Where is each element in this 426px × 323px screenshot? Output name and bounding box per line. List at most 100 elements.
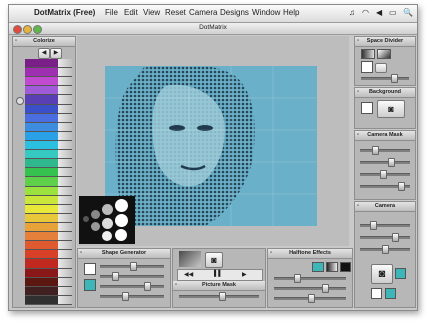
divider-toggle-button[interactable] (375, 63, 387, 73)
pause-button[interactable]: ▌▌ (214, 271, 223, 277)
transport-bar: ◀◀ ▌▌ ▶ (177, 269, 263, 281)
menu-reset[interactable]: Reset (165, 8, 186, 17)
divider-slider[interactable] (361, 74, 409, 83)
color-swatch[interactable] (25, 59, 72, 69)
camera-slider-3[interactable] (360, 245, 410, 254)
camera-swatch-b[interactable] (385, 288, 396, 299)
menu-camera[interactable]: Camera (189, 8, 217, 17)
close-panel-icon[interactable]: ▫ (270, 249, 272, 258)
divider-color-swatch[interactable] (361, 61, 373, 73)
halftone-swatch-b[interactable] (326, 262, 338, 272)
window-titlebar: DotMatrix (9, 23, 417, 35)
shape-slider-4[interactable] (100, 292, 164, 301)
background-camera-button[interactable]: ◙ (377, 100, 405, 118)
halftone-slider-3[interactable] (274, 294, 346, 303)
color-swatch[interactable] (25, 186, 72, 196)
color-swatch[interactable] (25, 259, 72, 269)
halftone-effects-title: Halftone Effects (289, 250, 331, 256)
camera-mask-panel: ▫ Camera Mask (354, 130, 416, 200)
color-swatch[interactable] (25, 204, 72, 214)
spotlight-search-icon[interactable]: 🔍 (403, 8, 413, 17)
close-panel-icon[interactable]: ▫ (357, 131, 359, 140)
camera-mask-slider-1[interactable] (360, 146, 410, 155)
color-swatch[interactable] (25, 286, 72, 296)
close-panel-icon[interactable]: ▫ (175, 281, 177, 290)
color-swatch[interactable] (25, 250, 72, 260)
shape-slider-1[interactable] (100, 262, 164, 271)
halftone-canvas[interactable] (105, 66, 317, 226)
camera-swatch-a[interactable] (371, 288, 382, 299)
color-swatch[interactable] (25, 177, 72, 187)
color-swatch[interactable] (25, 159, 72, 169)
app-menu[interactable]: DotMatrix (Free) (34, 8, 95, 17)
camera-slider-1[interactable] (360, 221, 410, 230)
wifi-icon[interactable]: ◠ (362, 8, 369, 17)
camera-mask-slider-3[interactable] (360, 170, 410, 179)
divider-style-b[interactable] (377, 49, 391, 59)
menu-window[interactable]: Window (252, 8, 280, 17)
color-swatch[interactable] (25, 141, 72, 151)
menu-designs[interactable]: Designs (220, 8, 249, 17)
window-title: DotMatrix (199, 24, 227, 31)
colorize-next-button[interactable]: ▶ (50, 48, 62, 59)
color-swatch[interactable] (25, 122, 72, 132)
halftone-swatch-c[interactable] (340, 262, 351, 272)
battery-icon[interactable]: ▭ (389, 8, 397, 17)
volume-icon[interactable]: ◀ (376, 8, 382, 17)
camera-panel: ▫ Camera ◙ (354, 201, 416, 308)
shape-slider-3[interactable] (100, 282, 164, 291)
camera-mask-title: Camera Mask (367, 132, 403, 138)
close-panel-icon[interactable]: ▫ (80, 249, 82, 258)
halftone-slider-2[interactable] (274, 284, 346, 293)
color-swatch[interactable] (25, 295, 72, 305)
color-swatch[interactable] (25, 241, 72, 251)
color-swatch[interactable] (25, 150, 72, 160)
shape-color-swatch[interactable] (84, 263, 96, 275)
menu-file[interactable]: File (105, 8, 118, 17)
camera-title: Camera (374, 203, 396, 209)
color-swatch[interactable] (25, 195, 72, 205)
camera-slider-2[interactable] (360, 233, 410, 242)
background-color-swatch[interactable] (361, 102, 373, 114)
shape-accent-swatch[interactable] (84, 279, 96, 291)
close-panel-icon[interactable]: ▫ (15, 37, 17, 46)
menu-help[interactable]: Help (283, 8, 299, 17)
close-panel-icon[interactable]: ▫ (357, 88, 359, 97)
camera-mask-slider-2[interactable] (360, 158, 410, 167)
menu-edit[interactable]: Edit (124, 8, 138, 17)
picture-thumbnail[interactable] (179, 251, 201, 267)
music-icon[interactable]: ♫ (349, 8, 355, 17)
color-swatch[interactable] (25, 95, 72, 105)
color-swatch[interactable] (25, 223, 72, 233)
colorize-handle[interactable] (16, 97, 24, 105)
menu-view[interactable]: View (143, 8, 160, 17)
halftone-slider-1[interactable] (274, 274, 346, 283)
color-swatch[interactable] (25, 268, 72, 278)
camera-color-swatch[interactable] (395, 268, 406, 279)
close-panel-icon[interactable]: ▫ (357, 202, 359, 211)
camera-mask-slider-4[interactable] (360, 182, 410, 191)
color-swatch[interactable] (25, 104, 72, 114)
colorize-prev-button[interactable]: ◀ (38, 48, 50, 59)
shape-slider-2[interactable] (100, 272, 164, 281)
picture-mask-slider[interactable] (179, 292, 259, 301)
color-swatch[interactable] (25, 213, 72, 223)
color-swatch[interactable] (25, 77, 72, 87)
color-swatch[interactable] (25, 277, 72, 287)
colorize-title: Colorize (33, 38, 55, 44)
color-swatch[interactable] (25, 86, 72, 96)
halftone-swatch-a[interactable] (312, 262, 324, 272)
close-panel-icon[interactable]: ▫ (357, 37, 359, 46)
color-swatch[interactable] (25, 131, 72, 141)
play-button[interactable]: ▶ (242, 271, 247, 278)
rewind-button[interactable]: ◀◀ (184, 271, 193, 278)
color-swatch[interactable] (25, 232, 72, 242)
colorize-header: ▫ Colorize (13, 37, 75, 47)
camera-capture-button[interactable]: ◙ (371, 264, 393, 284)
color-swatch[interactable] (25, 113, 72, 123)
shape-generator-panel: ▫ Shape Generator (77, 248, 171, 308)
divider-style-a[interactable] (361, 49, 375, 59)
picture-camera-button[interactable]: ◙ (205, 252, 223, 268)
color-swatch[interactable] (25, 168, 72, 178)
color-swatch[interactable] (25, 68, 72, 78)
